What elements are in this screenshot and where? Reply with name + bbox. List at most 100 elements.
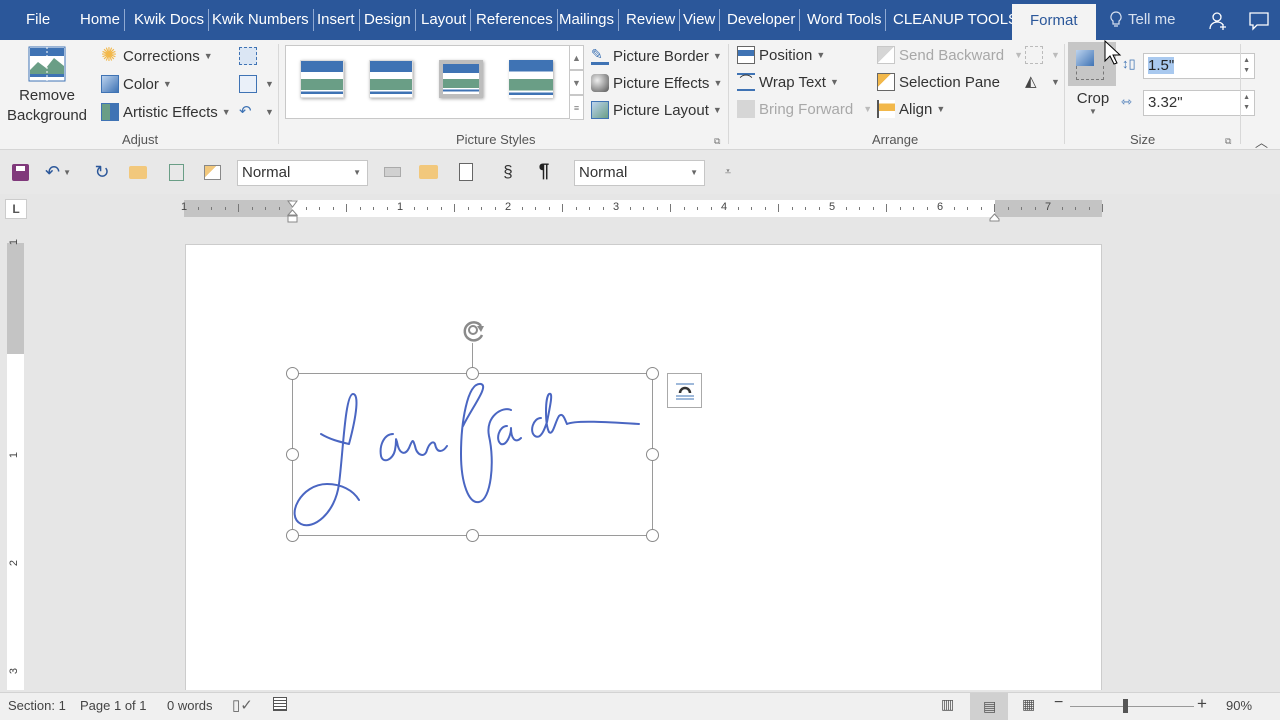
- read-mode-icon[interactable]: ▥: [941, 696, 954, 713]
- print-layout-button[interactable]: ▤: [970, 693, 1008, 720]
- web-layout-icon[interactable]: ▦: [1022, 696, 1035, 713]
- signature-image[interactable]: [292, 373, 653, 536]
- rotate-button[interactable]: ◭ ▼: [1025, 70, 1060, 94]
- resize-handle-bottom[interactable]: [466, 529, 479, 542]
- tab-view[interactable]: View: [683, 9, 721, 31]
- color-button[interactable]: Color ▼: [101, 72, 172, 96]
- gallery-scroll-down[interactable]: ▼: [570, 70, 584, 95]
- tab-layout[interactable]: Layout: [421, 9, 472, 31]
- zoom-slider-track[interactable]: [1070, 706, 1194, 707]
- tab-review[interactable]: Review: [626, 9, 681, 31]
- wrap-text-button[interactable]: ⌒ Wrap Text ▼: [737, 70, 839, 94]
- quick-parts-button[interactable]: [202, 162, 222, 182]
- new-document-button[interactable]: [456, 162, 476, 182]
- resize-handle-top[interactable]: [466, 367, 479, 380]
- redo-button[interactable]: ↻: [92, 162, 112, 182]
- zoom-out-button[interactable]: −: [1054, 694, 1063, 712]
- position-button[interactable]: Position ▼: [737, 43, 825, 67]
- picture-style-option[interactable]: [439, 60, 483, 98]
- zoom-percent[interactable]: 90%: [1226, 698, 1252, 713]
- resize-handle-right[interactable]: [646, 448, 659, 461]
- macro-recording-icon[interactable]: [273, 697, 287, 711]
- resize-handle-left[interactable]: [286, 448, 299, 461]
- zoom-in-button[interactable]: +: [1197, 694, 1207, 714]
- insert-field-button[interactable]: [382, 162, 402, 182]
- tab-file[interactable]: File: [26, 0, 50, 40]
- tab-design[interactable]: Design: [364, 9, 416, 31]
- tab-cleanup-tools[interactable]: CLEANUP TOOLS: [893, 9, 1024, 31]
- artistic-effects-button[interactable]: Artistic Effects ▼: [101, 100, 231, 124]
- comments-icon[interactable]: [1249, 11, 1269, 31]
- open-recent-button[interactable]: [418, 162, 438, 182]
- picture-style-option[interactable]: [369, 60, 413, 98]
- undo-button[interactable]: ↶ ▼: [45, 162, 71, 182]
- reset-picture-button[interactable]: ↶ ▼: [239, 100, 274, 124]
- tab-word-tools[interactable]: Word Tools: [807, 9, 887, 31]
- align-button[interactable]: Align ▼: [877, 97, 945, 121]
- dialog-launcher-icon[interactable]: ⧉: [1225, 136, 1231, 147]
- word-count[interactable]: 0 words: [167, 698, 213, 713]
- selection-pane-button[interactable]: Selection Pane: [877, 70, 1000, 94]
- section-button[interactable]: §: [498, 162, 518, 182]
- resize-handle-bottom-left[interactable]: [286, 529, 299, 542]
- proofing-icon[interactable]: ▯✓: [232, 696, 253, 714]
- open-button[interactable]: [128, 162, 148, 182]
- resize-handle-top-right[interactable]: [646, 367, 659, 380]
- ruler-tick: [1061, 207, 1063, 210]
- picture-style-option[interactable]: [509, 60, 553, 98]
- ruler-tick: [899, 207, 901, 210]
- change-picture-button[interactable]: ▼: [239, 72, 274, 96]
- tab-selector[interactable]: L: [5, 199, 27, 219]
- shape-height-input[interactable]: 1.5" ▲ ▼: [1143, 53, 1255, 79]
- picture-style-option[interactable]: [300, 60, 344, 98]
- spinner-arrows-icon[interactable]: ▲ ▼: [1243, 93, 1250, 113]
- remove-background-button[interactable]: Remove Background: [7, 46, 87, 126]
- section-indicator[interactable]: Section: 1: [8, 698, 66, 713]
- picture-border-button[interactable]: ✎ Picture Border ▼: [591, 44, 722, 68]
- tab-developer[interactable]: Developer: [727, 9, 801, 31]
- bring-forward-button[interactable]: Bring Forward ▼: [737, 97, 872, 121]
- picture-layout-button[interactable]: Picture Layout ▼: [591, 98, 722, 122]
- indent-marker[interactable]: [286, 200, 299, 224]
- gallery-more[interactable]: ≡: [570, 95, 584, 120]
- tab-mailings[interactable]: Mailings: [559, 9, 620, 31]
- chevron-down-icon: ▼: [863, 104, 873, 114]
- tab-kwik-docs[interactable]: Kwik Docs: [134, 9, 210, 31]
- customize-qat-button[interactable]: ⩡: [718, 162, 738, 182]
- shape-width-input[interactable]: 3.32" ▲ ▼: [1143, 90, 1255, 116]
- rotate-handle-icon[interactable]: [459, 317, 489, 345]
- save-button[interactable]: [10, 162, 30, 182]
- style-left-value: Normal: [242, 164, 291, 181]
- tab-kwik-numbers[interactable]: Kwik Numbers: [212, 9, 314, 31]
- compress-pictures-button[interactable]: [239, 44, 261, 68]
- right-indent-marker[interactable]: [989, 209, 1000, 227]
- tab-insert[interactable]: Insert: [317, 9, 360, 31]
- style-dropdown-right[interactable]: Normal ▼: [574, 160, 705, 186]
- dialog-launcher-icon[interactable]: ⧉: [714, 136, 720, 147]
- chevron-down-icon: ▼: [936, 104, 946, 114]
- ruler-number: 2: [8, 559, 21, 567]
- send-backward-button[interactable]: Send Backward ▼: [877, 43, 1023, 67]
- layout-options-button[interactable]: [667, 373, 702, 408]
- horizontal-ruler[interactable]: 1 1 2 3 4 5 6 7: [181, 200, 1103, 217]
- page-indicator[interactable]: Page 1 of 1: [80, 698, 147, 713]
- picture-effects-button[interactable]: Picture Effects ▼: [591, 71, 722, 95]
- vertical-ruler[interactable]: 1 1 2 3: [7, 239, 24, 690]
- tell-me-label: Tell me: [1128, 11, 1176, 28]
- tab-references[interactable]: References: [476, 9, 558, 31]
- zoom-slider-thumb[interactable]: [1123, 699, 1129, 713]
- collapse-ribbon-icon[interactable]: ︿: [1255, 132, 1268, 151]
- tell-me-search[interactable]: Tell me: [1110, 0, 1176, 40]
- corrections-button[interactable]: ✺ Corrections ▼: [101, 44, 213, 68]
- gallery-scroll-up[interactable]: ▲: [570, 45, 584, 70]
- spinner-arrows-icon[interactable]: ▲ ▼: [1243, 56, 1250, 76]
- group-objects-button[interactable]: ▼: [1025, 43, 1060, 67]
- show-formatting-button[interactable]: ¶: [534, 161, 554, 182]
- tab-format[interactable]: Format: [1012, 4, 1096, 40]
- resize-handle-bottom-right[interactable]: [646, 529, 659, 542]
- share-user-icon[interactable]: [1209, 11, 1229, 31]
- resize-handle-top-left[interactable]: [286, 367, 299, 380]
- style-dropdown-left[interactable]: Normal ▼: [237, 160, 368, 186]
- tab-home[interactable]: Home: [80, 9, 126, 31]
- notebook-button[interactable]: [166, 162, 186, 182]
